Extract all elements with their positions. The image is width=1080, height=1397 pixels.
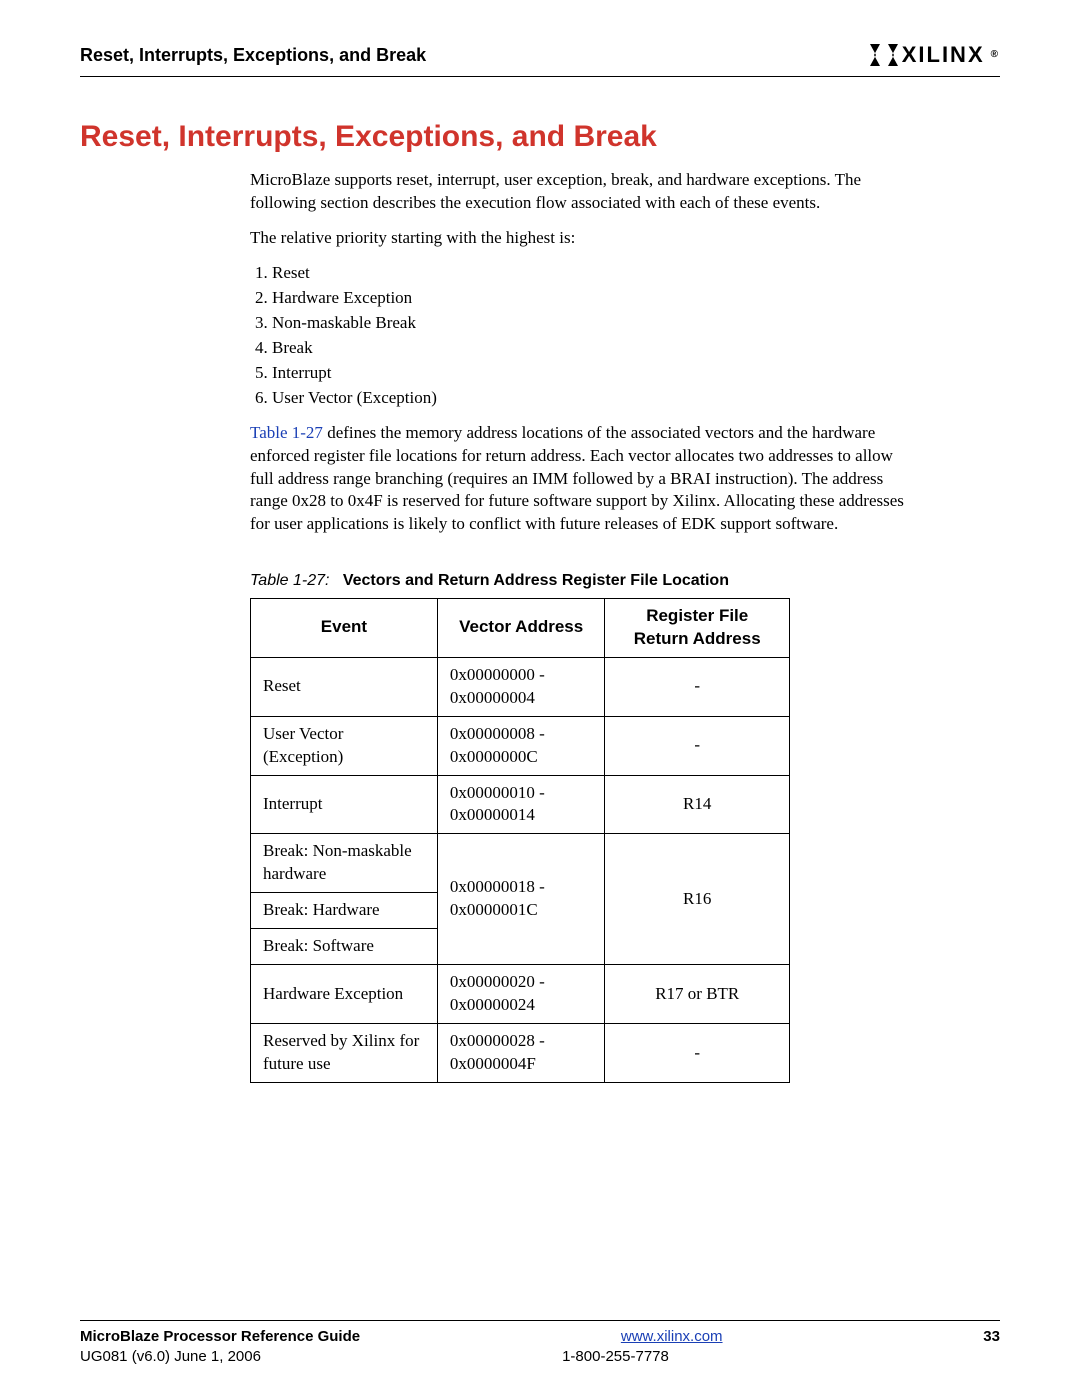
header-bar: Reset, Interrupts, Exceptions, and Break… [80,40,1000,77]
page-footer: MicroBlaze Processor Reference Guide www… [80,1320,1000,1368]
list-item: Reset [272,262,910,285]
col-header-vector: Vector Address [437,598,605,657]
intro-paragraph-3-body: defines the memory address locations of … [250,423,904,534]
footer-phone: 1-800-255-7778 [562,1347,669,1367]
cell-return: R16 [605,834,790,965]
cell-address: 0x00000008 - 0x0000000C [437,716,605,775]
section-heading: Reset, Interrupts, Exceptions, and Break [80,117,1000,158]
cell-return: R14 [605,775,790,834]
cell-event: Break: Non-maskable hardware [251,834,438,893]
table-row: Break: Non-maskable hardware 0x00000018 … [251,834,790,893]
cell-event: Break: Software [251,929,438,965]
footer-guide-title: MicroBlaze Processor Reference Guide [80,1328,360,1345]
xilinx-logo-icon [870,44,898,66]
cell-event: Reset [251,657,438,716]
cell-event: User Vector (Exception) [251,716,438,775]
intro-paragraph-2: The relative priority starting with the … [250,227,910,250]
list-item: User Vector (Exception) [272,387,910,410]
cell-event: Reserved by Xilinx for future use [251,1024,438,1083]
list-item: Break [272,337,910,360]
priority-list: Reset Hardware Exception Non-maskable Br… [250,262,910,410]
intro-paragraph-3: Table 1-27 defines the memory address lo… [250,422,910,537]
registered-mark: ® [991,48,1000,62]
col-header-return: Register File Return Address [605,598,790,657]
body-content: MicroBlaze supports reset, interrupt, us… [250,169,910,1083]
cell-return: R17 or BTR [605,965,790,1024]
page: Reset, Interrupts, Exceptions, and Break… [0,0,1080,1397]
cell-event: Break: Hardware [251,893,438,929]
table-caption-title: Vectors and Return Address Register File… [343,572,729,589]
table-row: User Vector (Exception) 0x00000008 - 0x0… [251,716,790,775]
intro-paragraph-1: MicroBlaze supports reset, interrupt, us… [250,169,910,215]
page-number: 33 [983,1327,1000,1347]
table-caption: Table 1-27: Vectors and Return Address R… [250,570,910,592]
list-item: Interrupt [272,362,910,385]
table-caption-label: Table 1-27: [250,572,329,589]
cell-address: 0x00000018 - 0x0000001C [437,834,605,965]
footer-url-link[interactable]: www.xilinx.com [621,1328,723,1345]
footer-docid: UG081 (v6.0) June 1, 2006 [80,1347,261,1367]
xilinx-logo-text: XILINX [902,40,985,70]
table-reference-link[interactable]: Table 1-27 [250,423,323,442]
cell-address: 0x00000010 - 0x00000014 [437,775,605,834]
xilinx-logo: XILINX ® [870,40,1000,70]
col-header-event: Event [251,598,438,657]
running-header: Reset, Interrupts, Exceptions, and Break [80,43,426,67]
cell-address: 0x00000020 - 0x00000024 [437,965,605,1024]
table-row: Interrupt 0x00000010 - 0x00000014 R14 [251,775,790,834]
cell-return: - [605,1024,790,1083]
cell-return: - [605,657,790,716]
cell-address: 0x00000000 - 0x00000004 [437,657,605,716]
list-item: Hardware Exception [272,287,910,310]
cell-event: Hardware Exception [251,965,438,1024]
table-row: Hardware Exception 0x00000020 - 0x000000… [251,965,790,1024]
vectors-table: Event Vector Address Register File Retur… [250,598,790,1083]
list-item: Non-maskable Break [272,312,910,335]
table-row: Reset 0x00000000 - 0x00000004 - [251,657,790,716]
table-row: Reserved by Xilinx for future use 0x0000… [251,1024,790,1083]
cell-return: - [605,716,790,775]
cell-address: 0x00000028 - 0x0000004F [437,1024,605,1083]
cell-event: Interrupt [251,775,438,834]
